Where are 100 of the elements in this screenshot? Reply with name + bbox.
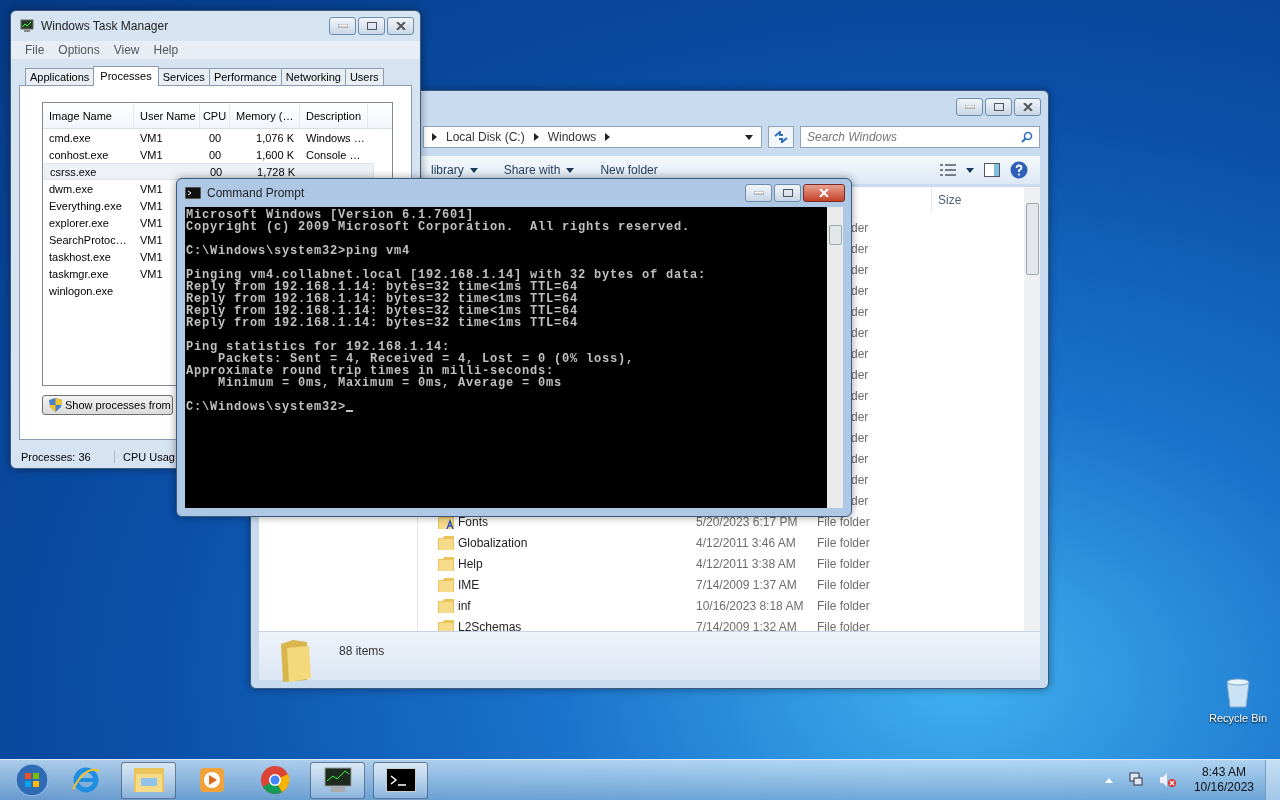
table-cell: 1,076 K	[256, 131, 294, 144]
folder-icon	[438, 556, 454, 571]
view-list-icon[interactable]	[940, 164, 956, 176]
table-cell: 1,600 K	[256, 148, 294, 161]
console-line: C:\Windows\system32>ping vm4	[186, 245, 411, 257]
console-line: Ping statistics for 192.168.1.14:	[186, 341, 451, 353]
file-name[interactable]: IME	[458, 577, 480, 592]
taskbar-app-button[interactable]	[373, 761, 428, 799]
table-cell: VM1	[140, 199, 163, 212]
scrollbar[interactable]	[827, 207, 843, 508]
file-date: 5/20/2023 6:17 PM	[696, 514, 799, 529]
console-line: Reply from 192.168.1.14: bytes=32 time<1ms TTL=64	[186, 293, 579, 305]
file-type: der	[850, 430, 870, 445]
search-field[interactable]: Search Windows	[800, 126, 1040, 148]
file-date: 7/14/2009 1:32 AM	[696, 619, 798, 631]
trash-bin-icon[interactable]	[1225, 678, 1251, 708]
table-cell-text: Everything.exe	[48, 199, 123, 212]
tab[interactable]: Applications	[25, 68, 95, 85]
help-icon[interactable]	[1010, 161, 1028, 179]
address-bar[interactable]: Local Disk (C:) Windows	[423, 126, 762, 148]
table-cell: VM1	[140, 250, 163, 263]
column-header[interactable]: Memory (…	[230, 103, 300, 128]
file-type: der	[850, 346, 870, 361]
table-cell: VM1	[140, 148, 163, 161]
tab[interactable]: Services	[157, 68, 210, 85]
folder-icon	[438, 598, 454, 613]
caret-down-icon[interactable]	[966, 167, 974, 173]
show-processes-button[interactable]: Show processes from	[42, 395, 173, 415]
speaker-muted-icon[interactable]	[1158, 772, 1177, 788]
file-type: der	[850, 304, 870, 319]
column-header[interactable]: Image Name	[43, 103, 134, 128]
scrollbar[interactable]	[1024, 187, 1040, 631]
text-cursor	[346, 410, 354, 412]
desktop-icon-label[interactable]: Recycle Bin	[1208, 712, 1268, 724]
monitor-icon	[19, 18, 35, 34]
file-type: File folder	[817, 619, 871, 631]
menu-item[interactable]: View	[113, 43, 140, 57]
table-cell-text: taskhost.exe	[48, 250, 112, 263]
file-name[interactable]: Help	[458, 556, 483, 571]
folder-icon	[132, 766, 165, 794]
file-type: der	[850, 325, 870, 340]
browser-e-icon	[70, 765, 101, 795]
maximize-button[interactable]	[358, 17, 385, 35]
file-type: der	[850, 472, 870, 487]
menu-item[interactable]: Help	[153, 43, 179, 57]
column-header[interactable]: User Name	[134, 103, 200, 128]
table-cell-text: taskmgr.exe	[48, 267, 110, 280]
network-icon[interactable]	[1127, 772, 1144, 788]
table-cell: 00	[209, 165, 223, 178]
chevron-right-icon	[432, 133, 437, 141]
selected-row[interactable]: csrss.exe 00 1,728 K	[44, 163, 374, 180]
shield-icon	[49, 398, 62, 412]
file-type: der	[850, 262, 870, 277]
folder-icon	[438, 577, 454, 592]
file-name[interactable]: Fonts	[458, 514, 488, 529]
file-type: der	[850, 451, 870, 466]
table-cell-text: SearchProtoc…	[48, 233, 128, 246]
file-type: der	[850, 220, 870, 235]
close-button[interactable]	[803, 184, 845, 202]
file-date: 10/16/2023 8:18 AM	[696, 598, 805, 613]
column-header[interactable]: CPU	[200, 103, 230, 128]
file-type: File folder	[817, 598, 871, 613]
minimize-button[interactable]	[745, 184, 772, 202]
caret-down-icon	[566, 167, 575, 173]
minimize-button[interactable]	[956, 98, 983, 116]
console-line: Copyright (c) 2009 Microsoft Corporation. All rights reserved.	[186, 221, 691, 233]
column-header[interactable]: Size	[931, 187, 1011, 213]
minimize-button[interactable]	[329, 17, 356, 35]
file-name[interactable]: L2Schemas	[458, 619, 522, 631]
console-line: C:\Windows\system32>	[186, 401, 347, 413]
caret-down-icon	[745, 134, 753, 140]
file-name[interactable]: Globalization	[458, 535, 528, 550]
chevron-right-icon	[605, 133, 611, 141]
toolbar-button[interactable]: Share with	[495, 160, 583, 180]
table-cell-text: cmd.exe	[48, 131, 92, 144]
file-type: der	[850, 283, 870, 298]
status-text: CPU Usag	[122, 451, 175, 463]
tab[interactable]: Users	[344, 68, 384, 85]
toolbar-button[interactable]: New folder	[592, 160, 666, 180]
tab[interactable]: Performance	[208, 68, 282, 85]
maximize-button[interactable]	[985, 98, 1012, 116]
file-name[interactable]: inf	[458, 598, 471, 613]
close-button[interactable]	[1014, 98, 1041, 116]
tab[interactable]: Networking	[280, 68, 346, 85]
menu-item[interactable]: File	[25, 43, 45, 57]
clock[interactable]: 8:43 AM 10/16/2023	[1185, 765, 1262, 795]
table-cell: 1,728 K	[257, 165, 295, 178]
preview-pane-icon[interactable]	[984, 163, 1000, 177]
column-header[interactable]: Description	[300, 103, 368, 128]
maximize-button[interactable]	[774, 184, 801, 202]
file-type: File folder	[817, 514, 871, 529]
taskbar-app-button[interactable]	[310, 761, 365, 799]
window-title: Windows Task Manager	[41, 19, 169, 33]
toolbar-button[interactable]: library	[423, 160, 486, 180]
menu-item[interactable]: Options	[58, 43, 100, 57]
start-orb-icon[interactable]	[15, 763, 49, 797]
monitor-icon	[322, 767, 353, 793]
tab[interactable]: Processes	[93, 66, 159, 86]
close-button[interactable]	[387, 17, 414, 35]
refresh-button[interactable]	[768, 126, 794, 148]
